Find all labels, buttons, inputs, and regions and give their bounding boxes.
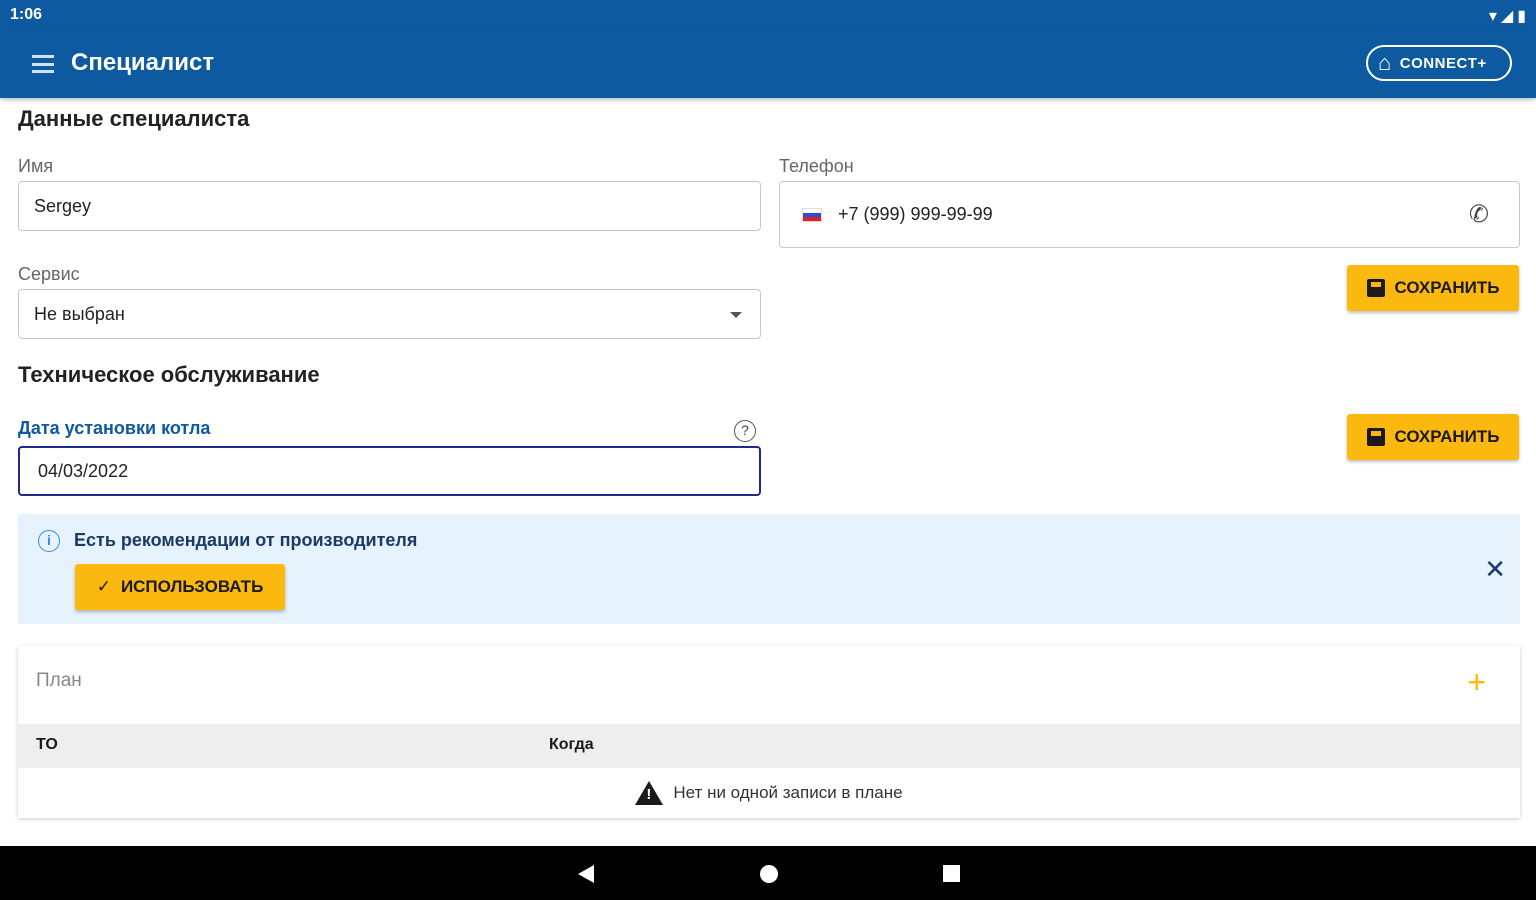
russia-flag-icon (802, 207, 822, 222)
service-label: Сервис (18, 264, 80, 284)
phone-field[interactable]: +7 (999) 999-99-99 ✆ (779, 181, 1520, 248)
save-label: СОХРАНИТЬ (1394, 278, 1500, 297)
page-title: Специалист (71, 49, 215, 76)
phone-icon[interactable]: ✆ (1469, 200, 1489, 229)
app-bar: Специалист ⌂ CONNECT+ (0, 30, 1536, 98)
phone-label: Телефон (779, 156, 854, 176)
save-label: СОХРАНИТЬ (1394, 427, 1500, 446)
use-label: ИСПОЛЬЗОВАТЬ (120, 577, 264, 596)
banner-text: Есть рекомендации от производителя (74, 530, 418, 550)
name-value: Sergey (34, 195, 92, 216)
status-icons: ▾ ◢ ▮ (1489, 6, 1526, 26)
home-icon: ⌂ (1378, 50, 1392, 75)
save-maintenance-button[interactable]: СОХРАНИТЬ (1347, 414, 1519, 460)
phone-value: +7 (999) 999-99-99 (838, 204, 993, 224)
chevron-down-icon (730, 312, 742, 318)
service-value: Не выбран (34, 303, 125, 324)
column-header-to: ТО (36, 736, 58, 753)
floppy-disk-icon (1366, 279, 1385, 297)
install-date-value: 04/03/2022 (38, 460, 129, 481)
status-bar: 1:06 ▾ ◢ ▮ (0, 0, 1536, 30)
warning-icon (635, 781, 664, 805)
plan-title: План (36, 670, 82, 691)
info-icon: i (38, 530, 60, 552)
navigation-bar (0, 846, 1536, 900)
home-nav-icon[interactable] (760, 865, 778, 883)
check-icon: ✓ (96, 577, 111, 596)
maintenance-heading: Техническое обслуживание (18, 362, 320, 387)
add-plan-icon[interactable]: + (1467, 666, 1486, 698)
connect-label: CONNECT+ (1399, 54, 1487, 72)
name-field[interactable]: Sergey (18, 181, 761, 231)
menu-icon[interactable] (32, 55, 54, 73)
floppy-disk-icon (1366, 428, 1385, 446)
install-date-label: Дата установки котла (18, 418, 211, 438)
service-select[interactable]: Не выбран (18, 289, 761, 339)
use-recommendation-button[interactable]: ✓ ИСПОЛЬЗОВАТЬ (75, 564, 285, 610)
empty-plan-text: Нет ни одной записи в плане (673, 783, 903, 802)
install-date-field[interactable]: 04/03/2022 (18, 446, 761, 496)
name-label: Имя (18, 156, 54, 176)
save-specialist-button[interactable]: СОХРАНИТЬ (1347, 265, 1519, 311)
battery-icon: ▮ (1517, 8, 1526, 25)
plan-table-header: ТО Когда (18, 724, 1520, 768)
specialist-heading: Данные специалиста (18, 106, 250, 131)
recent-apps-icon[interactable] (943, 865, 960, 882)
connect-button[interactable]: ⌂ CONNECT+ (1366, 45, 1512, 81)
close-icon[interactable]: ✕ (1484, 554, 1506, 585)
recommendation-banner: i Есть рекомендации от производителя ✓ И… (18, 514, 1520, 624)
help-icon[interactable]: ? (734, 420, 756, 442)
wifi-icon: ▾ (1488, 8, 1497, 25)
plan-card: План + ТО Когда Нет ни одной записи в пл… (18, 646, 1520, 818)
status-time: 1:06 (10, 6, 43, 23)
column-header-when: Когда (549, 736, 594, 753)
back-icon[interactable] (578, 865, 594, 883)
signal-icon: ◢ (1500, 8, 1514, 25)
empty-plan-row: Нет ни одной записи в плане (18, 768, 1520, 818)
